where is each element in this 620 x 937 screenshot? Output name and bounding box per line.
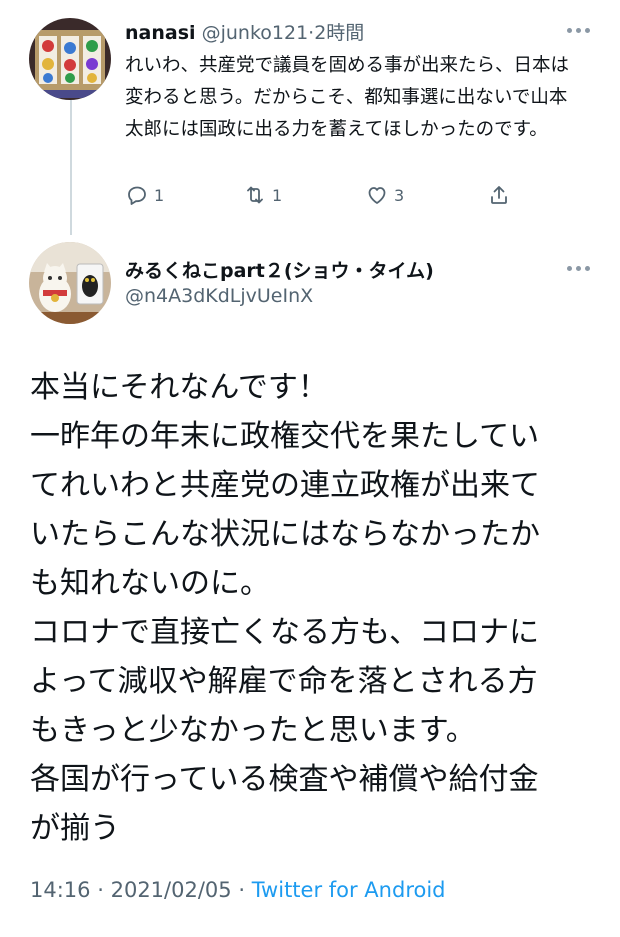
retweet-count: 1 xyxy=(272,185,283,205)
reply-count: 1 xyxy=(154,185,165,205)
cat-figurine-avatar-image xyxy=(29,242,111,324)
reply-icon xyxy=(128,186,146,205)
reply-tweet-header: nanasi @junko121·2時間 xyxy=(125,18,364,45)
avatar[interactable] xyxy=(29,242,111,324)
reply-timestamp[interactable]: 2時間 xyxy=(314,22,364,44)
main-tweet-text-line: 各国が行っている検査や補償や給付金 xyxy=(30,762,539,797)
main-tweet-text-line: もきっと少なかったと思います。 xyxy=(30,713,476,748)
reply-button[interactable]: 1 xyxy=(125,183,164,207)
slot-machine-avatar-image xyxy=(29,18,111,100)
share-icon xyxy=(491,186,507,204)
main-tweet-text-line: いたらこんな状況にはならなかったか xyxy=(30,517,540,552)
like-count: 3 xyxy=(394,185,405,205)
reply-handle[interactable]: @junko121 xyxy=(202,22,309,44)
like-button[interactable]: 3 xyxy=(365,183,404,207)
main-tweet-text-line: よって減収や解雇で命を落とされる方 xyxy=(30,664,538,699)
main-tweet-text-line: 一昨年の年末に政権交代を果たしてい xyxy=(30,419,540,454)
tweet-source-link[interactable]: Twitter for Android xyxy=(252,878,446,902)
main-tweet-text-line: 本当にそれなんです！ xyxy=(30,370,328,405)
tweet-time[interactable]: 14:16 xyxy=(30,878,91,902)
more-horizontal-icon[interactable] xyxy=(567,28,590,33)
share-button[interactable] xyxy=(487,183,511,207)
tweet-footer: 14:16 · 2021/02/05 · Twitter for Android xyxy=(30,878,446,902)
more-horizontal-icon[interactable] xyxy=(567,266,590,271)
main-display-name[interactable]: みるくねこpart２(ショウ・タイム) xyxy=(125,256,434,283)
retweet-button[interactable]: 1 xyxy=(243,183,282,207)
like-icon xyxy=(368,187,386,204)
reply-display-name[interactable]: nanasi xyxy=(125,22,196,44)
footer-separator: · xyxy=(97,878,104,902)
tweet-date[interactable]: 2021/02/05 xyxy=(111,878,232,902)
retweet-icon xyxy=(247,186,263,204)
reply-tweet-text: れいわ、共産党で議員を固める事が出来たら、日本は変わると思う。だからこそ、都知事… xyxy=(125,55,570,140)
avatar[interactable] xyxy=(29,18,111,100)
main-tweet-text-line: コロナで直接亡くなる方も、コロナに xyxy=(30,615,540,650)
main-tweet-text: 本当にそれなんです！ 一昨年の年末に政権交代を果たしてい てれいわと共産党の連立政権… xyxy=(30,363,590,853)
main-tweet-text-line: が揃う xyxy=(30,811,120,846)
reply-action-bar: 1 1 3 xyxy=(125,183,525,213)
main-handle[interactable]: @n4A3dKdLjvUeInX xyxy=(125,285,313,307)
thread-connector-line xyxy=(70,100,72,235)
main-tweet-text-line: も知れないのに。 xyxy=(30,566,270,601)
main-tweet-text-line: てれいわと共産党の連立政権が出来て xyxy=(30,468,540,503)
footer-separator: · xyxy=(238,878,246,902)
